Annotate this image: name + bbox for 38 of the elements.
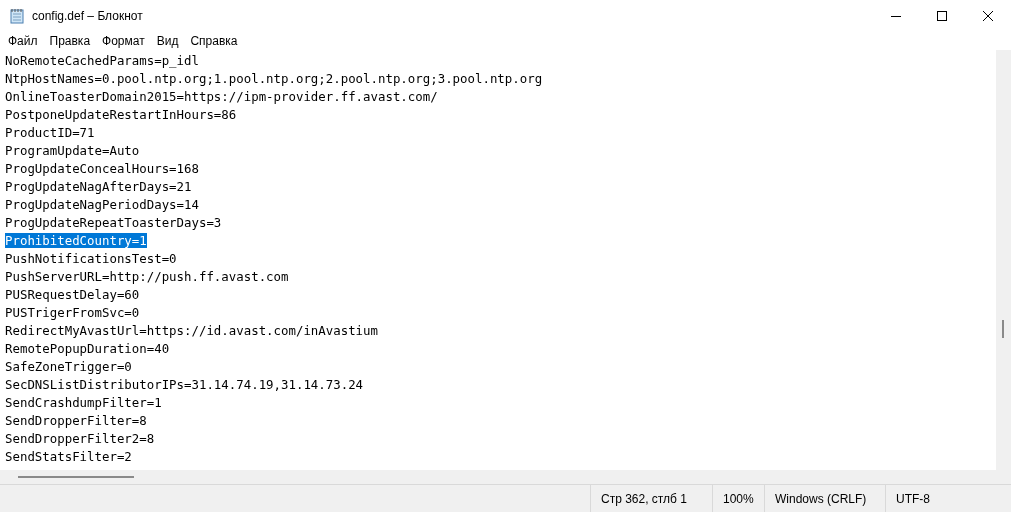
- minimize-icon: [891, 15, 901, 17]
- text-line: ProgUpdateConcealHours=168: [5, 161, 199, 176]
- text-line: SendDropperFilter2=8: [5, 431, 155, 446]
- text-line: ProgramUpdate=Auto: [5, 143, 140, 158]
- scrollbar-thumb[interactable]: [1002, 320, 1004, 338]
- text-line: SecDNSListDistributorIPs=31.14.74.19,31.14.73.24: [5, 377, 364, 392]
- text-line: SendStatsFilter=2: [5, 449, 132, 464]
- status-bar-field: Стр 362, стлб 1: [590, 485, 712, 512]
- text-line: PUSRequestDelay=60: [5, 287, 140, 302]
- text-line: ProgUpdateRepeatToasterDays=3: [5, 215, 222, 230]
- text-line: PushServerURL=http://push.ff.avast.com: [5, 269, 289, 284]
- text-line: SendCrashdumpFilter=1: [5, 395, 162, 410]
- status-bar-field: 100%: [712, 485, 764, 512]
- notepad-icon: [9, 8, 25, 24]
- menu-item[interactable]: Файл: [2, 32, 44, 50]
- text-line: ProgUpdateNagAfterDays=21: [5, 179, 192, 194]
- text-line: ProductID=71: [5, 125, 95, 140]
- menu-item[interactable]: Формат: [96, 32, 151, 50]
- status-bar-field: UTF-8: [885, 485, 995, 512]
- menu-item[interactable]: Справка: [184, 32, 244, 50]
- text-line: RemotePopupDuration=40: [5, 341, 170, 356]
- menu-item[interactable]: Вид: [150, 32, 185, 50]
- text-line: NtpHostNames=0.pool.ntp.org;1.pool.ntp.org;2.pool.ntp.org;3.pool.ntp.org: [5, 71, 543, 86]
- text-line: PostponeUpdateRestartInHours=86: [5, 107, 237, 122]
- text-line: NoRemoteCachedParams=p_idl: [5, 53, 199, 68]
- status-bar-field: Windows (CRLF): [764, 485, 885, 512]
- close-icon: [983, 11, 993, 21]
- text-line: SafeZoneTrigger=0: [5, 359, 132, 374]
- window-title: config.def – Блокнот: [32, 8, 143, 25]
- text-line: ProgUpdateNagPeriodDays=14: [5, 197, 199, 212]
- scrollbar-thumb[interactable]: [18, 476, 134, 478]
- text-line: PushNotificationsTest=0: [5, 251, 177, 266]
- maximize-icon: [937, 11, 947, 21]
- menu-item[interactable]: Правка: [43, 32, 97, 50]
- text-line: RedirectMyAvastUrl=https://id.avast.com/inAvastium: [5, 323, 378, 338]
- text-line: PUSTrigerFromSvc=0: [5, 305, 140, 320]
- text-line: OnlineToasterDomain2015=https://ipm-provider.ff.avast.com/: [5, 89, 438, 104]
- text-line: SendDropperFilter=8: [5, 413, 147, 428]
